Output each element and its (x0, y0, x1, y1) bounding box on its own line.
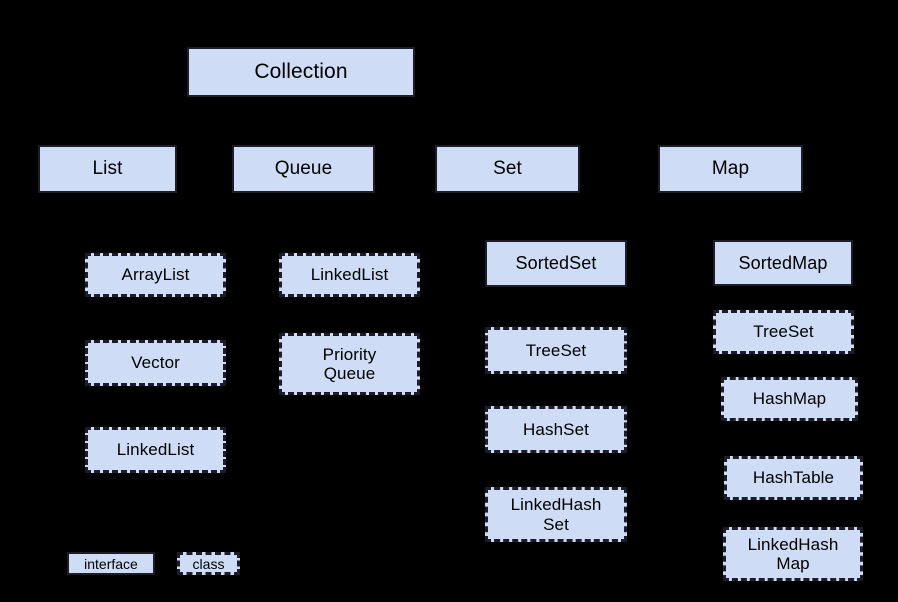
node-priority-queue: Priority Queue (279, 333, 420, 395)
node-map: Map (658, 145, 803, 193)
legend-interface: interface (67, 552, 155, 575)
node-treeset: TreeSet (713, 310, 854, 354)
node-hashtable: HashTable (724, 456, 863, 500)
node-hashmap: HashMap (721, 377, 858, 421)
node-sortedmap: SortedMap (713, 240, 853, 286)
node-linkedhash-set: LinkedHash Set (485, 487, 627, 542)
node-treeset: TreeSet (485, 327, 627, 374)
node-linkedlist: LinkedList (279, 253, 420, 297)
node-sortedset: SortedSet (485, 240, 627, 287)
node-set: Set (435, 145, 580, 193)
node-arraylist: ArrayList (85, 253, 226, 297)
legend-class: class (177, 552, 240, 575)
node-queue: Queue (232, 145, 375, 193)
collections-hierarchy-diagram: Collection List ArrayList Vector LinkedList Q… (0, 0, 898, 602)
node-hashset: HashSet (485, 406, 627, 453)
node-vector: Vector (85, 340, 226, 386)
node-linkedhash-map: LinkedHash Map (723, 527, 863, 581)
node-linkedlist: LinkedList (85, 427, 226, 473)
node-collection: Collection (187, 47, 415, 97)
node-list: List (38, 145, 177, 193)
